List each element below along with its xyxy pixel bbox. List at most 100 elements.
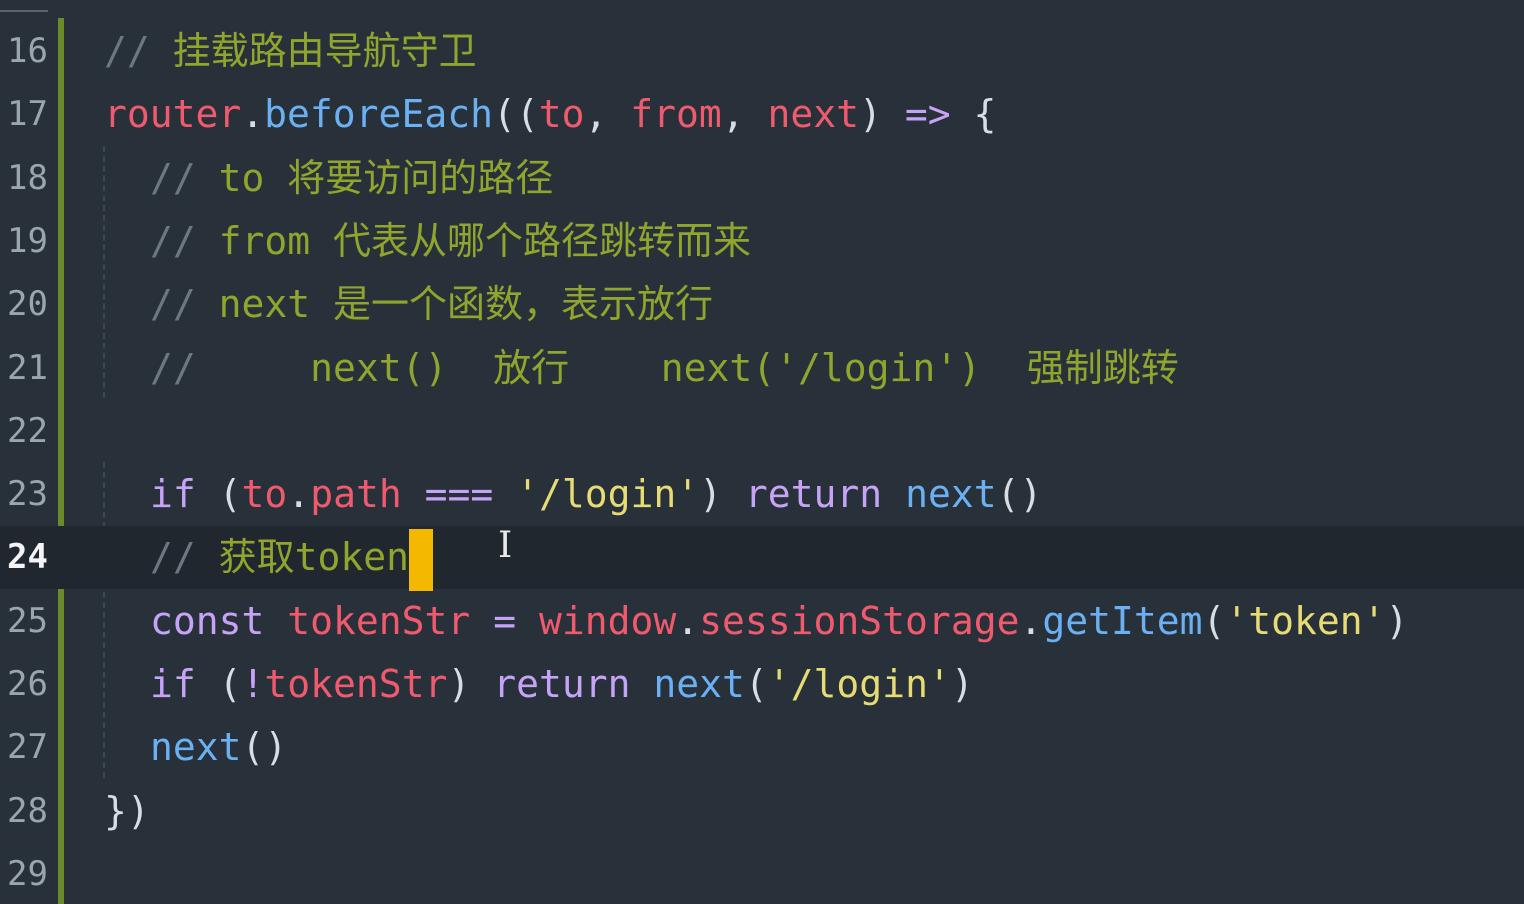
code-token: next — [653, 662, 745, 706]
previous-line-number-edge — [0, 0, 48, 12]
code-token: , — [721, 92, 768, 137]
code-token: => — [904, 92, 951, 137]
code-token: = — [493, 598, 517, 643]
code-token: ) — [950, 662, 974, 706]
line-number: 27 — [7, 727, 48, 768]
line-number: 21 — [7, 347, 48, 388]
code-token: sessionStorage — [699, 598, 1020, 643]
code-line[interactable]: 27 next() — [0, 716, 1524, 779]
code-token: ) — [859, 92, 905, 137]
code-token: // — [150, 535, 219, 580]
code-line[interactable]: 22 — [0, 400, 1524, 463]
code-text: // next 是一个函数，表示放行 — [150, 273, 713, 336]
code-token: // — [104, 29, 173, 73]
code-text: // next() 放行 next('/login') 强制跳转 — [150, 337, 1179, 400]
code-token: , — [584, 92, 631, 137]
code-token: from — [630, 92, 722, 137]
code-token: next 是一个函数，表示放行 — [218, 282, 714, 327]
code-token: beforeEach — [264, 92, 493, 137]
code-text: // to 将要访问的路径 — [150, 147, 553, 210]
code-token: . — [1019, 598, 1043, 643]
line-number: 22 — [7, 410, 48, 451]
code-token: () — [996, 472, 1043, 517]
code-token: '/login' — [516, 472, 700, 517]
code-line[interactable]: 29 — [0, 843, 1524, 904]
code-token: return — [493, 662, 631, 706]
code-token: ( — [1202, 598, 1226, 643]
code-line[interactable]: 19 // from 代表从哪个路径跳转而来 — [0, 210, 1524, 273]
code-token: getItem — [1042, 598, 1203, 643]
line-number: 19 — [7, 220, 48, 261]
code-token: const — [150, 598, 265, 643]
code-token: ( — [195, 472, 242, 517]
code-token: // — [150, 155, 219, 200]
code-token: // — [150, 282, 219, 327]
code-token: next() 放行 next('/login') 强制跳转 — [310, 345, 1179, 390]
code-token: return — [744, 472, 883, 517]
code-token: === — [424, 472, 494, 517]
line-number: 28 — [7, 790, 48, 831]
code-line[interactable]: 28}) — [0, 780, 1524, 843]
line-number: 26 — [7, 664, 48, 704]
line-number: 20 — [7, 284, 48, 325]
code-line[interactable]: 21 // next() 放行 next('/login') 强制跳转 — [0, 337, 1524, 400]
code-line[interactable]: 26 if (!tokenStr) return next('/login') — [0, 653, 1524, 716]
code-text: const tokenStr = window.sessionStorage.g… — [150, 590, 1408, 653]
code-editor[interactable]: 16// 挂载路由导航守卫 17 router.beforeEach((to, fr… — [0, 0, 1524, 904]
line-number: 23 — [7, 474, 48, 515]
code-token: }) — [104, 788, 150, 833]
code-line[interactable]: 25 const tokenStr = window.sessionStorage… — [0, 590, 1524, 653]
code-token: ! — [241, 662, 265, 706]
code-token: tokenStr — [264, 662, 448, 706]
line-number: 25 — [7, 600, 48, 641]
code-token: 挂载路由导航守卫 — [172, 29, 477, 73]
code-line[interactable]: 20 // next 是一个函数，表示放行 — [0, 273, 1524, 336]
code-token: '/login' — [767, 662, 951, 706]
text-cursor — [409, 528, 434, 591]
code-text: // from 代表从哪个路径跳转而来 — [150, 210, 751, 273]
line-number: 29 — [7, 853, 48, 894]
code-token: next — [767, 92, 860, 137]
code-token: ( — [744, 662, 768, 706]
code-token: ( — [195, 662, 242, 706]
code-line[interactable]: 17 router.beforeEach((to, from, next) => … — [0, 83, 1524, 146]
code-token: { — [950, 92, 997, 137]
code-token: tokenStr — [287, 598, 471, 643]
code-token: to — [538, 92, 585, 137]
code-token: window — [538, 598, 677, 643]
code-token: // — [150, 345, 311, 390]
i-beam-cursor-icon: I — [498, 525, 513, 566]
code-token: 获取token — [218, 535, 410, 580]
code-token: // — [150, 218, 219, 263]
line-number: 16 — [7, 31, 48, 71]
code-line[interactable]: 16 // 挂载路由导航守卫 — [0, 20, 1524, 83]
code-text: // 获取token — [150, 526, 434, 591]
code-line[interactable]: 24 // 获取token — [0, 526, 1524, 591]
code-token: ) — [447, 662, 494, 706]
code-text: router.beforeEach((to, from, next) => { — [104, 83, 996, 146]
line-number: 17 — [7, 94, 48, 135]
code-text: if (to.path === '/login') return next() — [150, 463, 1042, 526]
code-token: next — [150, 725, 242, 770]
code-token: from 代表从哪个路径跳转而来 — [218, 218, 752, 263]
code-token: . — [287, 472, 311, 517]
code-line[interactable]: 23 if (to.path === '/login') return next(… — [0, 463, 1524, 526]
code-text: }) — [104, 780, 150, 843]
code-token: router — [104, 92, 242, 137]
code-text: next() — [150, 716, 287, 779]
code-line[interactable]: 18 // to 将要访问的路径 — [0, 147, 1524, 210]
code-text: // 挂载路由导航守卫 — [104, 20, 477, 83]
code-token: . — [676, 598, 700, 643]
code-token: next — [905, 472, 997, 517]
code-token: (( — [492, 92, 539, 137]
code-token: path — [310, 472, 402, 517]
code-token: ) — [699, 472, 745, 517]
code-token: if — [150, 662, 196, 706]
